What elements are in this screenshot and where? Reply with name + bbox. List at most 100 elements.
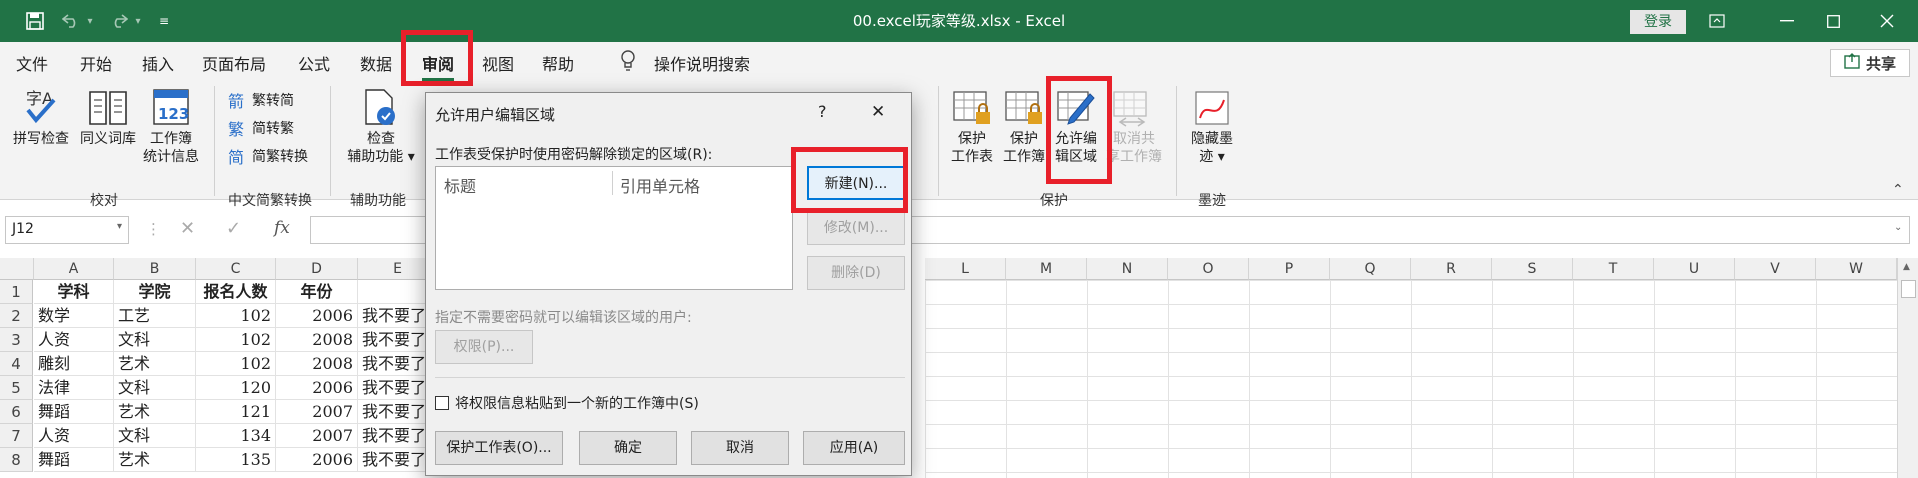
- collapse-ribbon-icon[interactable]: ⌃: [1892, 182, 1904, 198]
- ranges-list[interactable]: 标题 引用单元格: [435, 166, 793, 290]
- table-cell[interactable]: 102: [196, 328, 276, 352]
- column-header[interactable]: R: [1411, 258, 1492, 280]
- hide-ink-label-1[interactable]: 隐藏墨: [1184, 130, 1240, 148]
- tab-formulas[interactable]: 公式: [298, 51, 330, 75]
- tab-data[interactable]: 数据: [360, 51, 392, 75]
- table-cell[interactable]: 2006: [276, 448, 358, 472]
- column-header[interactable]: P: [1249, 258, 1330, 280]
- table-cell[interactable]: 2007: [276, 400, 358, 424]
- table-cell[interactable]: 2007: [276, 424, 358, 448]
- protect-sheet-label-1[interactable]: 保护: [944, 130, 1000, 148]
- protect-sheet-label-2[interactable]: 工作表: [944, 148, 1000, 166]
- workbook-statistics-icon[interactable]: 123: [150, 86, 192, 128]
- paste-permissions-checkbox[interactable]: [435, 396, 449, 410]
- table-cell[interactable]: 文科: [114, 328, 196, 352]
- tab-page-layout[interactable]: 页面布局: [202, 51, 266, 75]
- table-cell[interactable]: 135: [196, 448, 276, 472]
- row-header[interactable]: 4: [0, 352, 33, 376]
- table-cell[interactable]: 工艺: [114, 304, 196, 328]
- protect-sheet-button[interactable]: 保护工作表(O)...: [435, 431, 563, 465]
- enter-formula-icon[interactable]: ✓: [226, 218, 241, 239]
- check-accessibility-icon[interactable]: [360, 86, 400, 128]
- table-cell[interactable]: 雕刻: [34, 352, 114, 376]
- column-header[interactable]: S: [1492, 258, 1573, 280]
- login-button[interactable]: 登录: [1630, 10, 1686, 34]
- table-cell[interactable]: 学科: [34, 280, 114, 304]
- scrollbar-thumb[interactable]: [1901, 280, 1916, 298]
- row-header[interactable]: 5: [0, 376, 33, 400]
- table-cell[interactable]: 2008: [276, 352, 358, 376]
- close-icon[interactable]: ✕: [871, 102, 885, 122]
- column-header[interactable]: C: [196, 258, 276, 280]
- table-cell[interactable]: 舞蹈: [34, 400, 114, 424]
- column-header[interactable]: A: [34, 258, 114, 280]
- table-cell[interactable]: 文科: [114, 424, 196, 448]
- column-header[interactable]: V: [1735, 258, 1816, 280]
- ok-button[interactable]: 确定: [579, 431, 677, 465]
- lightbulb-icon[interactable]: [620, 50, 636, 76]
- protect-sheet-icon[interactable]: [952, 88, 992, 128]
- name-box[interactable]: J12 ▾: [5, 216, 129, 244]
- protect-workbook-icon[interactable]: [1004, 88, 1044, 128]
- hide-ink-icon[interactable]: [1192, 88, 1232, 128]
- chinese-conversion-button[interactable]: 简繁转换: [252, 146, 308, 166]
- column-header[interactable]: N: [1087, 258, 1168, 280]
- list-header-reference[interactable]: 引用单元格: [620, 173, 700, 197]
- row-header[interactable]: 6: [0, 400, 33, 424]
- tell-me-search[interactable]: 操作说明搜索: [654, 51, 750, 75]
- name-box-dropdown-icon[interactable]: ▾: [117, 221, 122, 232]
- select-all-corner[interactable]: [0, 258, 34, 280]
- table-cell[interactable]: 102: [196, 304, 276, 328]
- vertical-scrollbar[interactable]: ▲: [1897, 258, 1918, 478]
- column-header[interactable]: T: [1573, 258, 1654, 280]
- table-cell[interactable]: 艺术: [114, 400, 196, 424]
- protect-workbook-label-2[interactable]: 工作簿: [996, 148, 1052, 166]
- table-cell[interactable]: 艺术: [114, 352, 196, 376]
- paste-permissions-label[interactable]: 将权限信息粘贴到一个新的工作簿中(S): [455, 393, 699, 413]
- table-cell[interactable]: 134: [196, 424, 276, 448]
- column-header[interactable]: Q: [1330, 258, 1411, 280]
- empty-cells[interactable]: [925, 280, 1897, 478]
- expand-formula-bar-icon[interactable]: ⌄: [1894, 222, 1902, 233]
- list-header-title[interactable]: 标题: [444, 173, 476, 197]
- row-header[interactable]: 8: [0, 448, 33, 472]
- check-accessibility-label-2[interactable]: 辅助功能 ▾: [338, 148, 424, 166]
- workbook-statistics-label-1[interactable]: 工作簿: [138, 130, 204, 148]
- tab-home[interactable]: 开始: [80, 51, 112, 75]
- minimize-icon[interactable]: [1764, 6, 1810, 36]
- table-cell[interactable]: 人资: [34, 424, 114, 448]
- thesaurus-label[interactable]: 同义词库: [76, 130, 140, 148]
- traditional-to-simplified-button[interactable]: 繁转简: [252, 90, 294, 110]
- maximize-icon[interactable]: [1810, 6, 1856, 36]
- table-cell[interactable]: 艺术: [114, 448, 196, 472]
- help-icon[interactable]: ?: [818, 102, 827, 121]
- tab-view[interactable]: 视图: [482, 51, 514, 75]
- row-header[interactable]: 1: [0, 280, 33, 304]
- check-accessibility-label-1[interactable]: 检查: [346, 130, 416, 148]
- cancel-button[interactable]: 取消: [691, 431, 789, 465]
- ribbon-display-options-icon[interactable]: [1694, 6, 1740, 36]
- column-header[interactable]: B: [114, 258, 196, 280]
- spelling-icon[interactable]: 字A: [20, 86, 64, 128]
- apply-button[interactable]: 应用(A): [803, 431, 905, 465]
- workbook-statistics-label-2[interactable]: 统计信息: [138, 148, 204, 166]
- table-cell[interactable]: 102: [196, 352, 276, 376]
- insert-function-icon[interactable]: fx: [274, 218, 290, 238]
- protect-workbook-label-1[interactable]: 保护: [996, 130, 1052, 148]
- table-cell[interactable]: 报名人数: [196, 280, 276, 304]
- tab-insert[interactable]: 插入: [142, 51, 174, 75]
- column-header[interactable]: O: [1168, 258, 1249, 280]
- table-cell[interactable]: 舞蹈: [34, 448, 114, 472]
- close-window-icon[interactable]: [1864, 6, 1910, 36]
- scroll-up-icon[interactable]: ▲: [1903, 262, 1910, 272]
- tab-help[interactable]: 帮助: [542, 51, 574, 75]
- table-cell[interactable]: 法律: [34, 376, 114, 400]
- column-header[interactable]: U: [1654, 258, 1735, 280]
- table-cell[interactable]: 120: [196, 376, 276, 400]
- simplified-to-traditional-button[interactable]: 简转繁: [252, 118, 294, 138]
- table-cell[interactable]: 121: [196, 400, 276, 424]
- hide-ink-label-2[interactable]: 迹 ▾: [1184, 148, 1240, 166]
- column-header[interactable]: L: [925, 258, 1006, 280]
- table-cell[interactable]: 2008: [276, 328, 358, 352]
- table-cell[interactable]: 人资: [34, 328, 114, 352]
